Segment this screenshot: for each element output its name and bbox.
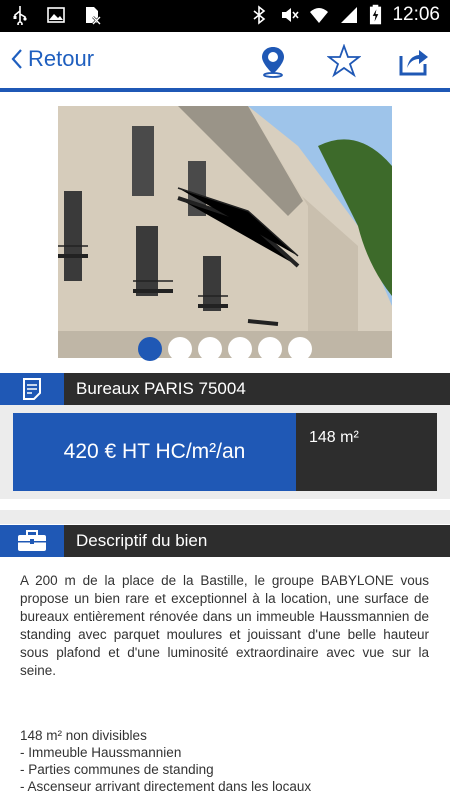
document-icon	[23, 378, 41, 400]
description-text: A 200 m de la place de la Bastille, le g…	[20, 573, 429, 678]
feature-item: - Immeuble Haussmannien	[20, 745, 182, 760]
description-title: Descriptif du bien	[76, 531, 208, 550]
page-dot-1[interactable]	[138, 337, 162, 361]
back-label: Retour	[28, 46, 95, 71]
price-value: 420 € HT HC/m²/an	[63, 440, 246, 463]
clock: 12:06	[392, 4, 440, 25]
area-value: 148 m²	[309, 429, 359, 446]
area-box: 148 m²	[296, 413, 437, 491]
back-button[interactable]: Retour	[10, 46, 94, 72]
price-box: 420 € HT HC/m²/an	[13, 413, 296, 491]
usb-icon	[13, 6, 27, 25]
mute-icon	[282, 8, 300, 22]
chevron-left-icon	[11, 49, 22, 69]
feature-item: - Ascenseur arrivant directement dans le…	[20, 779, 312, 794]
image-icon	[47, 7, 65, 23]
description-title-bar: Descriptif du bien	[0, 525, 450, 557]
feature-item: 148 m² non divisibles	[20, 728, 147, 743]
header-divider	[0, 88, 450, 92]
app-bar: Retour	[0, 32, 450, 90]
status-bar: 12:06	[0, 0, 450, 32]
section-spacer	[0, 510, 450, 524]
page-dot-2[interactable]	[168, 337, 192, 361]
page-dot-3[interactable]	[198, 337, 222, 361]
feature-item: - Parties communes de standing	[20, 762, 214, 777]
gallery-pagination	[138, 337, 312, 361]
wifi-icon	[310, 8, 329, 23]
document-icon-box	[0, 373, 64, 405]
bluetooth-icon	[253, 5, 266, 25]
briefcase-icon	[18, 530, 46, 551]
page-dot-4[interactable]	[228, 337, 252, 361]
building-facade-photo[interactable]	[58, 106, 392, 358]
page-dot-6[interactable]	[288, 337, 312, 361]
share-icon[interactable]	[397, 44, 431, 78]
star-icon[interactable]	[327, 44, 361, 78]
location-pin-icon[interactable]	[256, 44, 290, 78]
property-title: Bureaux PARIS 75004	[76, 379, 246, 398]
battery-icon	[370, 4, 382, 25]
briefcase-icon-box	[0, 525, 64, 557]
property-title-bar: Bureaux PARIS 75004	[0, 373, 450, 405]
sim-off-icon	[86, 7, 101, 25]
page-dot-5[interactable]	[258, 337, 282, 361]
feature-list: 148 m² non divisibles - Immeuble Haussma…	[20, 727, 429, 795]
signal-icon	[341, 7, 358, 23]
